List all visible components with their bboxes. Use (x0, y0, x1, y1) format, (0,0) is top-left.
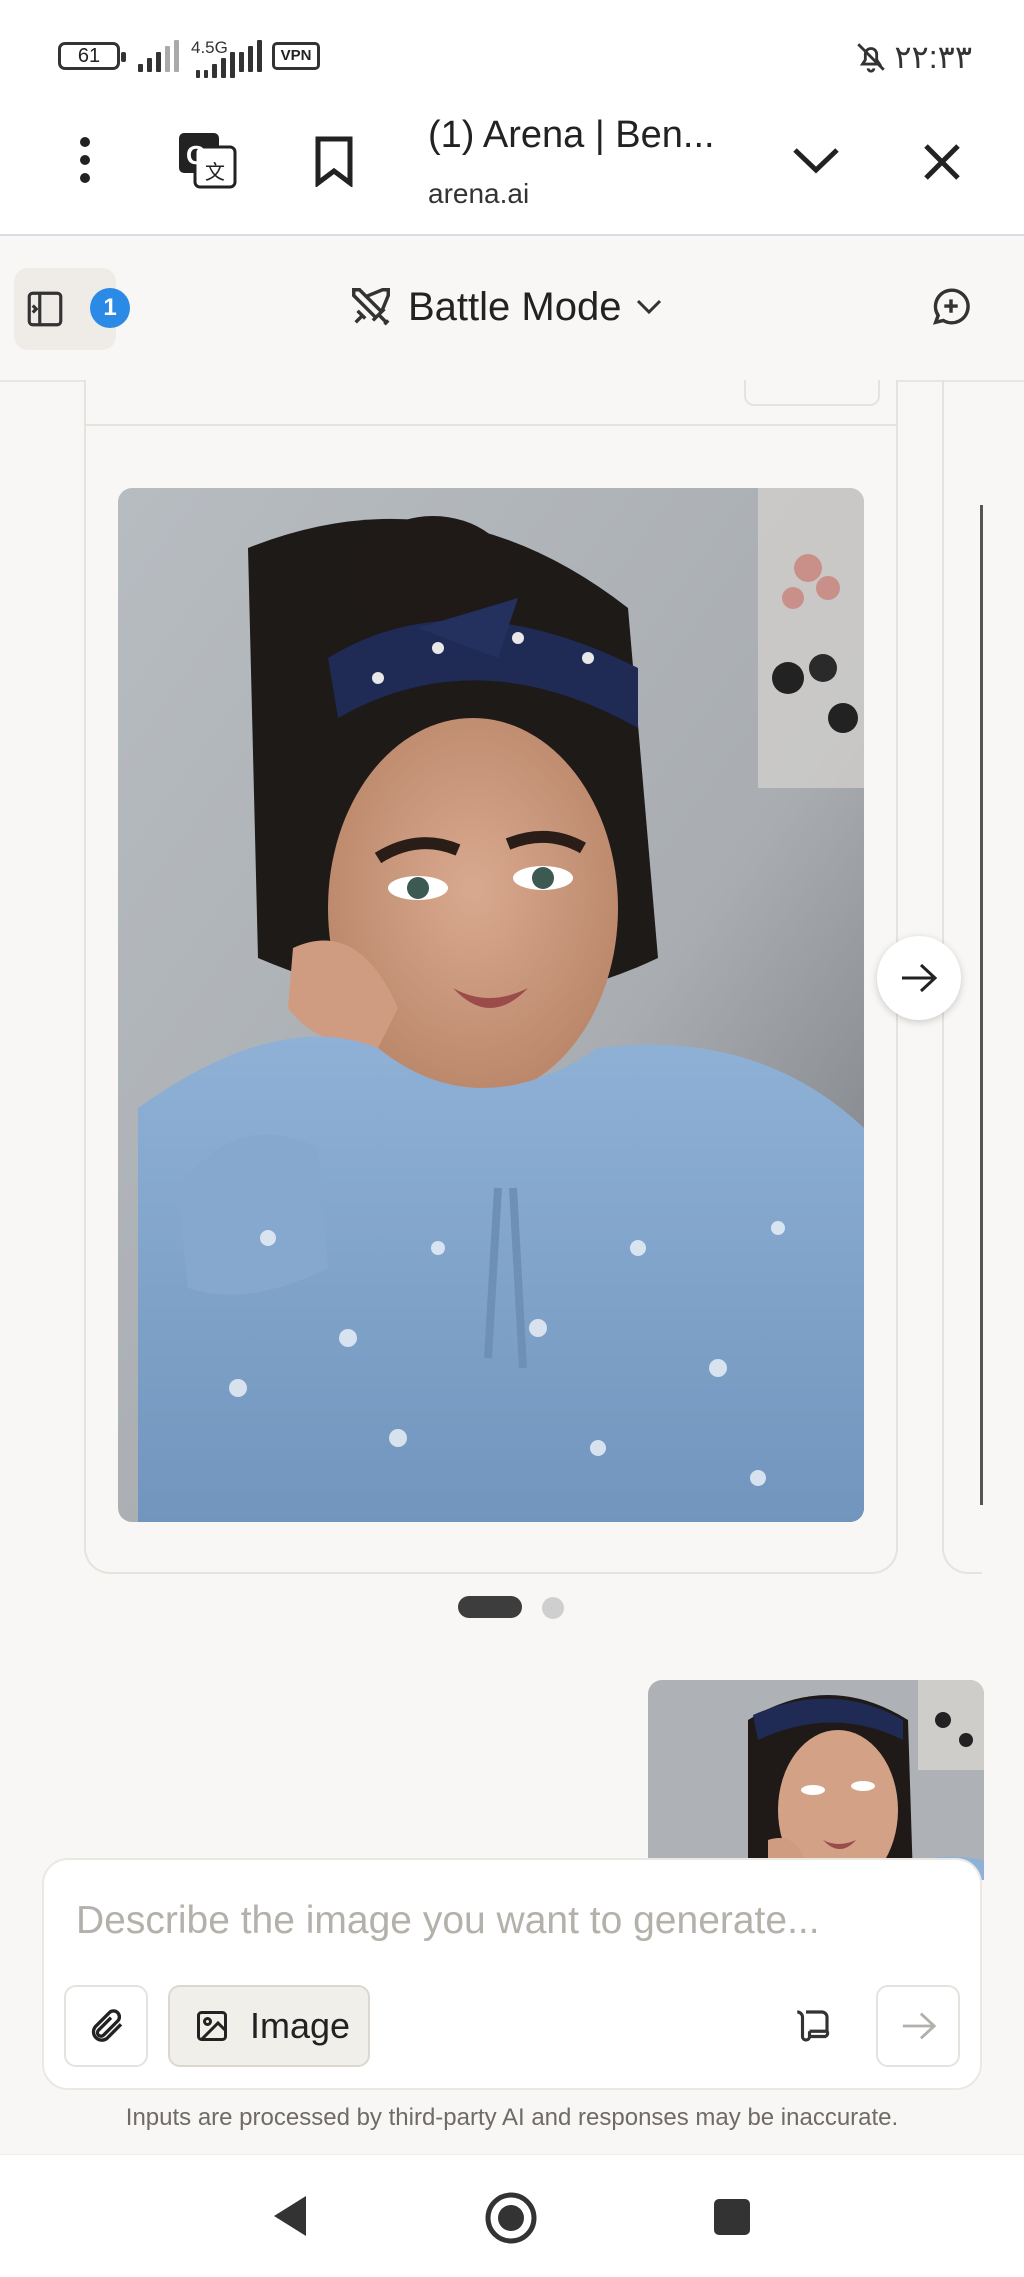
card-divider (84, 424, 898, 426)
attach-button[interactable] (64, 1985, 148, 2067)
status-bar: 61 4.5G VPN ۲۲:۳۳ (0, 0, 1024, 100)
prompt-input[interactable] (74, 1890, 898, 1952)
time-text: ۲۲:۳۳ (894, 39, 972, 75)
vpn-icon: VPN (272, 42, 320, 70)
chevron-down-icon (637, 299, 662, 315)
mode-label: Battle Mode (408, 284, 622, 329)
image-mode-label: Image (250, 2005, 351, 2046)
pagination-dot-active[interactable] (458, 1596, 522, 1618)
tab-title: (1) Arena | Ben... (428, 114, 715, 156)
recents-icon[interactable] (712, 2197, 752, 2237)
mode-selector[interactable]: Battle Mode (348, 278, 663, 336)
battery-indicator: 61 (58, 42, 126, 70)
new-chat-button[interactable] (926, 282, 976, 332)
image-mode-toggle[interactable]: Image (168, 1985, 370, 2067)
send-button[interactable] (876, 1985, 960, 2067)
notification-badge: 1 (90, 288, 130, 328)
second-card-edge (980, 505, 983, 1505)
system-navigation-bar (0, 2154, 1024, 2277)
close-icon[interactable] (914, 134, 970, 190)
home-icon[interactable] (484, 2191, 538, 2245)
page-url[interactable]: arena.ai (428, 178, 529, 210)
swords-icon (352, 288, 390, 326)
upload-tool-button[interactable] (772, 1985, 854, 2067)
scroll-icon (797, 2010, 830, 2042)
battery-level: 61 (77, 45, 101, 67)
alarm-off-icon (857, 43, 886, 73)
bookmark-icon[interactable] (306, 130, 362, 192)
generated-image[interactable] (118, 488, 864, 1522)
back-icon[interactable] (270, 2193, 310, 2239)
disclaimer-text: Inputs are processed by third-party AI a… (125, 2104, 899, 2131)
card-action-button[interactable] (744, 380, 880, 406)
signal-bars-icon (230, 40, 262, 72)
chevron-down-icon[interactable] (786, 140, 846, 180)
new-chat-icon (932, 288, 970, 325)
next-image-button[interactable] (877, 936, 961, 1020)
google-translate-icon[interactable]: G文 (176, 130, 240, 192)
send-arrow-icon (902, 2012, 937, 2040)
arrow-right-icon (902, 963, 938, 993)
image-icon (197, 2011, 227, 2041)
more-vertical-icon[interactable] (60, 130, 110, 190)
uploaded-image-thumbnail[interactable] (648, 1680, 984, 1880)
pagination-dot[interactable] (542, 1597, 564, 1619)
svg-text:G: G (186, 140, 206, 170)
signal-strength-icon (138, 40, 179, 72)
svg-text:文: 文 (205, 161, 225, 184)
sidebar-toggle-icon (27, 291, 63, 327)
clock: ۲۲:۳۳ (854, 38, 972, 76)
paperclip-icon (91, 2009, 123, 2042)
